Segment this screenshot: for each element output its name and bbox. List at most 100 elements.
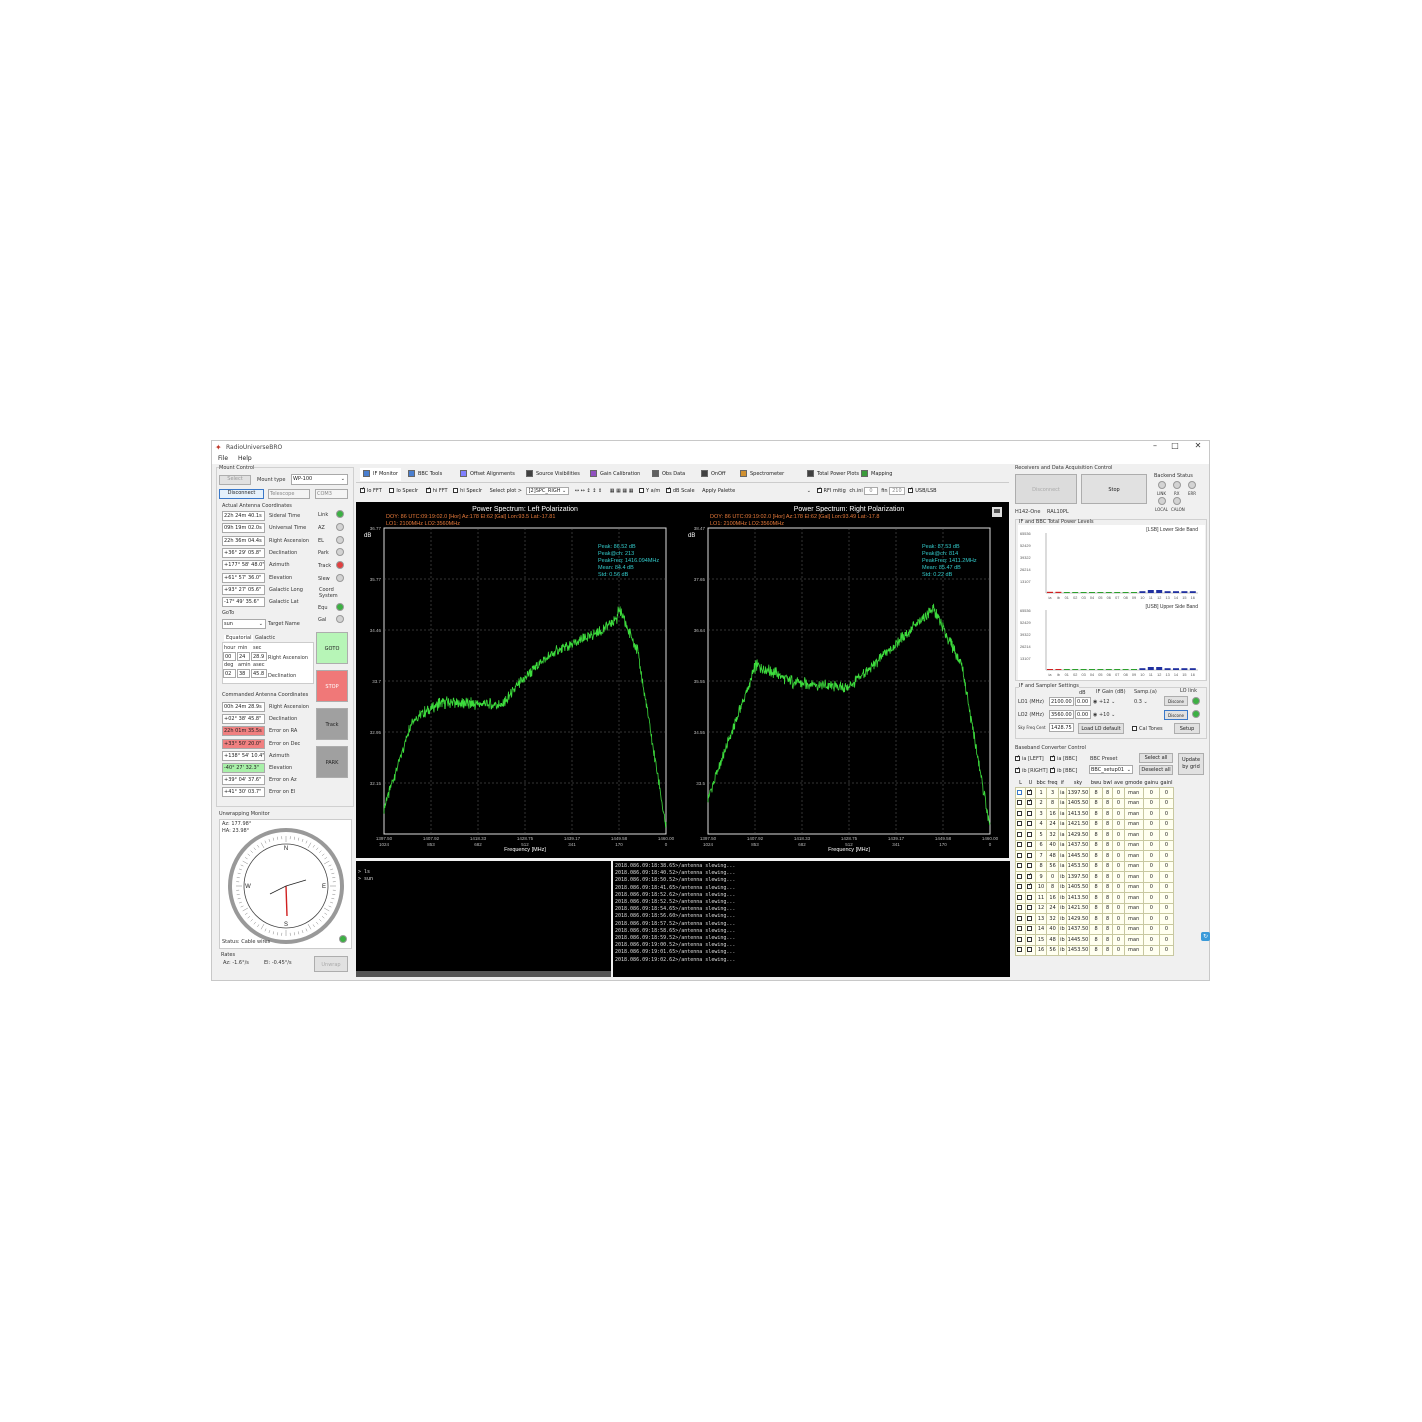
bbc-cell[interactable]: 0 <box>1113 945 1124 956</box>
bbc-cell[interactable]: 0 <box>1159 861 1173 872</box>
bbc-cell[interactable]: 0 <box>1159 935 1173 946</box>
bbc-cell[interactable]: 8 <box>1090 945 1102 956</box>
bbc-cell[interactable]: ib <box>1059 872 1067 883</box>
hi-fft-checkbox[interactable]: hi FFT <box>426 488 448 494</box>
bbc-cell[interactable]: 1453.50 <box>1066 945 1090 956</box>
bbc-u-checkbox[interactable] <box>1026 819 1036 830</box>
bbc-cell[interactable]: 8 <box>1102 924 1113 935</box>
disconnect-button[interactable]: Disconnect <box>219 489 264 499</box>
bbc-cell[interactable]: 0 <box>1143 819 1159 830</box>
bbc-cell[interactable]: 0 <box>1143 924 1159 935</box>
bbc-cell[interactable]: man <box>1124 819 1143 830</box>
bbc-cell[interactable]: 1421.50 <box>1066 819 1090 830</box>
bbc-cell[interactable]: 0 <box>1159 819 1173 830</box>
bbc-cell[interactable]: 1 <box>1036 788 1047 799</box>
bbc-cell[interactable]: 8 <box>1102 861 1113 872</box>
bbc-cell[interactable]: 48 <box>1047 935 1059 946</box>
bbc-cell[interactable]: man <box>1124 903 1143 914</box>
bbc-cell[interactable]: 8 <box>1102 914 1113 925</box>
bbc-cell[interactable]: 16 <box>1036 945 1047 956</box>
bbc-cell[interactable]: 1397.50 <box>1066 872 1090 883</box>
bbc-cell[interactable]: 0 <box>1113 840 1124 851</box>
rfi-checkbox[interactable]: RFI mitig <box>817 488 846 494</box>
bbc-cell[interactable]: 8 <box>1090 830 1102 841</box>
bbc-cell[interactable]: ib <box>1059 903 1067 914</box>
bbc-cell[interactable]: 8 <box>1090 935 1102 946</box>
bbc-cell[interactable]: 0 <box>1047 872 1059 883</box>
bbc-cell[interactable]: man <box>1124 893 1143 904</box>
bbc-l-checkbox[interactable] <box>1016 935 1026 946</box>
bbc-cell[interactable]: 8 <box>1102 830 1113 841</box>
bbc-l-checkbox[interactable] <box>1016 893 1026 904</box>
bbc-cell[interactable]: 3 <box>1036 809 1047 820</box>
bbc-cell[interactable]: 1405.50 <box>1066 798 1090 809</box>
bbc-cell[interactable]: 2 <box>1036 798 1047 809</box>
tab-offset-alignments[interactable]: Offset Alignments <box>460 468 515 481</box>
bbc-cell[interactable]: 13 <box>1036 914 1047 925</box>
ia-bbc-checkbox[interactable]: ia [BBC] <box>1050 756 1077 762</box>
bbc-cell[interactable]: 0 <box>1143 893 1159 904</box>
bbc-u-checkbox[interactable] <box>1026 893 1036 904</box>
bbc-cell[interactable]: ia <box>1059 819 1067 830</box>
bbc-cell[interactable]: 0 <box>1143 861 1159 872</box>
select-all-button[interactable]: Select all <box>1139 753 1173 763</box>
bbc-l-checkbox[interactable] <box>1016 924 1026 935</box>
tab-if-monitor[interactable]: IF Monitor <box>360 468 401 481</box>
bbc-cell[interactable]: 1453.50 <box>1066 861 1090 872</box>
bbc-cell[interactable]: 11 <box>1036 893 1047 904</box>
bbc-cell[interactable]: 1421.50 <box>1066 903 1090 914</box>
bbc-l-checkbox[interactable] <box>1016 819 1026 830</box>
bbc-cell[interactable]: 1413.50 <box>1066 809 1090 820</box>
bbc-cell[interactable]: 8 <box>1102 819 1113 830</box>
bbc-cell[interactable]: 0 <box>1113 798 1124 809</box>
unwrap-button[interactable]: Unwrap <box>314 956 348 972</box>
bbc-cell[interactable]: man <box>1124 851 1143 862</box>
dec-asec-input[interactable]: 45.8 <box>251 669 267 678</box>
select-plot-dropdown[interactable]: [2]SPC_RIGH ⌄ <box>526 487 570 495</box>
bbc-u-checkbox[interactable] <box>1026 903 1036 914</box>
bbc-cell[interactable]: ia <box>1059 840 1067 851</box>
bbc-l-checkbox[interactable] <box>1016 830 1026 841</box>
bbc-cell[interactable]: 0 <box>1113 935 1124 946</box>
bbc-cell[interactable]: man <box>1124 882 1143 893</box>
bbc-cell[interactable]: 0 <box>1159 851 1173 862</box>
bbc-cell[interactable]: 16 <box>1047 809 1059 820</box>
bbc-u-checkbox[interactable] <box>1026 914 1036 925</box>
bbc-cell[interactable]: 0 <box>1143 809 1159 820</box>
menu-file[interactable]: File <box>218 455 228 462</box>
tab-mapping[interactable]: Mapping <box>861 468 892 481</box>
bbc-cell[interactable]: 8 <box>1102 882 1113 893</box>
bbc-cell[interactable]: man <box>1124 861 1143 872</box>
bbc-cell[interactable]: 8 <box>1090 788 1102 799</box>
track-button[interactable]: Track <box>316 708 348 740</box>
bbc-cell[interactable]: 0 <box>1113 861 1124 872</box>
maximize-icon[interactable]: □ <box>1164 441 1186 450</box>
bbc-cell[interactable]: ia <box>1059 788 1067 799</box>
bbc-l-checkbox[interactable] <box>1016 798 1026 809</box>
bbc-cell[interactable]: 0 <box>1143 945 1159 956</box>
bbc-l-checkbox[interactable] <box>1016 861 1026 872</box>
tab-source-visibilities[interactable]: Source Visibilities <box>526 468 580 481</box>
bbc-cell[interactable]: man <box>1124 809 1143 820</box>
grid-icons[interactable]: ▦ ▦ ▦ ▦ <box>610 488 634 494</box>
bbc-cell[interactable]: 8 <box>1090 893 1102 904</box>
bbc-cell[interactable]: 0 <box>1159 809 1173 820</box>
bbc-u-checkbox[interactable] <box>1026 809 1036 820</box>
bbc-cell[interactable]: 8 <box>1102 893 1113 904</box>
bbc-cell[interactable]: 3 <box>1047 788 1059 799</box>
bbc-cell[interactable]: man <box>1124 945 1143 956</box>
bbc-cell[interactable]: 0 <box>1113 809 1124 820</box>
bbc-cell[interactable]: 1437.50 <box>1066 840 1090 851</box>
bbc-cell[interactable]: 32 <box>1047 914 1059 925</box>
db-scale-checkbox[interactable]: dB Scale <box>666 488 695 494</box>
bbc-u-checkbox[interactable] <box>1026 935 1036 946</box>
bbc-cell[interactable]: 1445.50 <box>1066 851 1090 862</box>
bbc-cell[interactable]: 8 <box>1090 924 1102 935</box>
bbc-cell[interactable]: 0 <box>1159 788 1173 799</box>
bbc-cell[interactable]: 10 <box>1036 882 1047 893</box>
telescope-field[interactable]: Telescope <box>268 489 310 499</box>
minimize-icon[interactable]: – <box>1144 441 1166 450</box>
ib-right-checkbox[interactable]: ib [RIGHT] <box>1015 768 1048 774</box>
bbc-u-checkbox[interactable] <box>1026 861 1036 872</box>
bbc-cell[interactable]: 9 <box>1036 872 1047 883</box>
